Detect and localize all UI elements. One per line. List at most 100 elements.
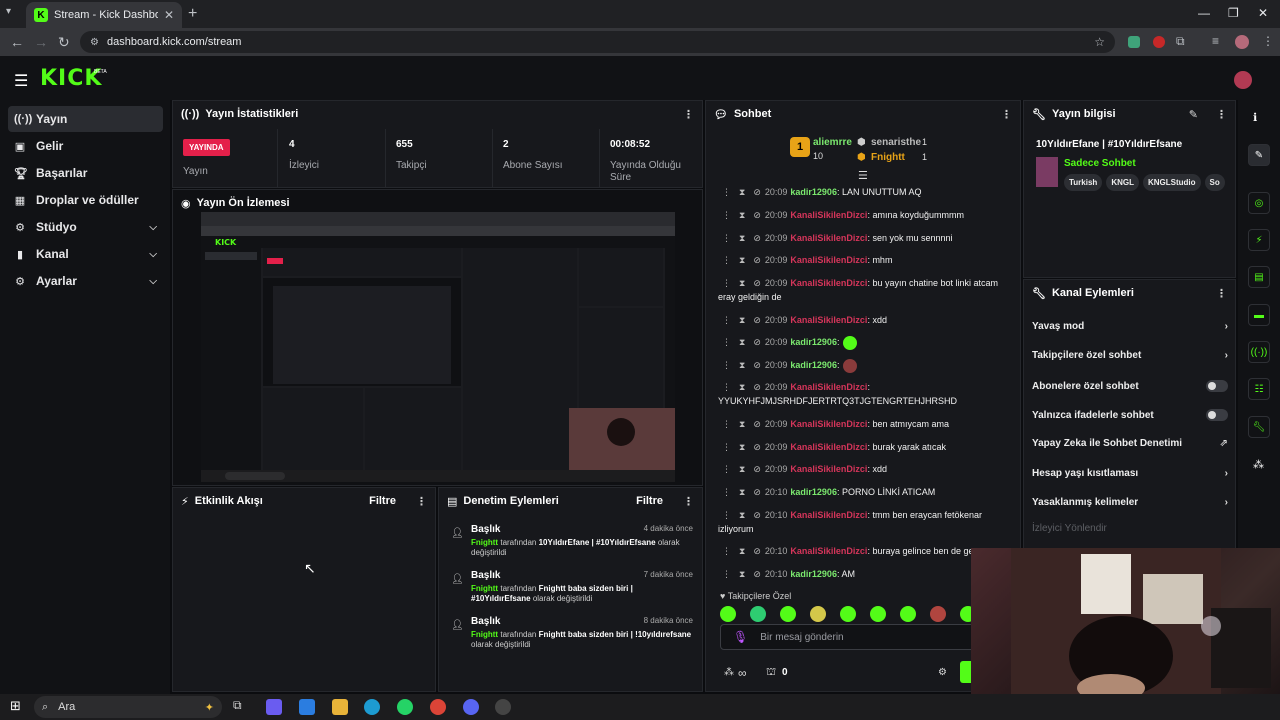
- ban-icon[interactable]: ⊘: [753, 464, 761, 474]
- drag-handle-icon[interactable]: ⋮: [722, 315, 731, 325]
- ban-icon[interactable]: ⊘: [753, 210, 761, 220]
- ban-icon[interactable]: ⊘: [753, 487, 761, 497]
- close-window-icon[interactable]: ✕: [1258, 6, 1268, 20]
- tag[interactable]: Turkish: [1064, 174, 1103, 191]
- timeout-icon[interactable]: ⧗: [739, 255, 745, 265]
- stream-preview-video[interactable]: KICK: [201, 212, 675, 482]
- more-options-icon[interactable]: ⋮: [683, 495, 694, 508]
- drag-handle-icon[interactable]: ⋮: [722, 255, 731, 265]
- timeout-icon[interactable]: ⧗: [739, 464, 745, 474]
- ai-moderation-action[interactable]: Yapay Zeka ile Sohbet Denetimi ⇗: [1032, 438, 1228, 449]
- chat-username[interactable]: kadir12906: [790, 487, 837, 497]
- extension-icon[interactable]: [1128, 36, 1140, 48]
- extension-icon[interactable]: [1153, 36, 1165, 48]
- more-options-icon[interactable]: ⋮: [416, 495, 427, 508]
- sidebar-item-kanal[interactable]: ▮ Kanal ⌵: [8, 241, 163, 267]
- chat-username[interactable]: kadir12906: [790, 360, 837, 370]
- more-options-icon[interactable]: ⋮: [1216, 108, 1227, 121]
- hamburger-menu-icon[interactable]: ☰: [14, 71, 28, 91]
- edit-pencil-icon[interactable]: ✎: [1248, 144, 1270, 166]
- ban-icon[interactable]: ⊘: [753, 187, 761, 197]
- timeout-icon[interactable]: ⧗: [739, 569, 745, 579]
- account-age-action[interactable]: Hesap yaşı kısıtlaması ›: [1032, 468, 1228, 479]
- tab-search-icon[interactable]: ▾: [6, 6, 11, 17]
- ban-icon[interactable]: ⊘: [753, 360, 761, 370]
- minimize-icon[interactable]: —: [1198, 6, 1210, 20]
- ban-icon[interactable]: ⊘: [753, 315, 761, 325]
- address-bar[interactable]: ⚙ dashboard.kick.com/stream ☆: [80, 31, 1115, 53]
- add-widget-icon[interactable]: ⁂: [1253, 458, 1264, 471]
- timeout-icon[interactable]: ⧗: [739, 382, 745, 392]
- chat-username[interactable]: KanaliSikilenDizci: [790, 210, 867, 220]
- chat-username[interactable]: KanaliSikilenDizci: [790, 510, 867, 520]
- ban-icon[interactable]: ⊘: [753, 233, 761, 243]
- ban-icon[interactable]: ⊘: [753, 510, 761, 520]
- avatar[interactable]: [1234, 71, 1252, 89]
- new-tab-button[interactable]: +: [188, 5, 197, 23]
- ban-icon[interactable]: ⊘: [753, 255, 761, 265]
- subscribers-only-action[interactable]: Abonelere özel sohbet: [1032, 380, 1228, 392]
- maximize-icon[interactable]: ❐: [1228, 6, 1239, 20]
- ban-icon[interactable]: ⊘: [753, 442, 761, 452]
- emote-icon[interactable]: [750, 606, 766, 622]
- close-tab-icon[interactable]: ✕: [164, 8, 174, 22]
- followers-only-action[interactable]: Takipçilere özel sohbet ›: [1032, 350, 1228, 361]
- chat-username[interactable]: KanaliSikilenDizci: [790, 546, 867, 556]
- task-view-icon[interactable]: ⧉: [233, 698, 242, 713]
- back-icon[interactable]: ←: [10, 34, 24, 50]
- obs-icon[interactable]: [495, 699, 511, 715]
- sidebar-item-droplar[interactable]: ▦ Droplar ve ödüller: [8, 187, 163, 213]
- ban-icon[interactable]: ⊘: [753, 569, 761, 579]
- drag-handle-icon[interactable]: ⋮: [722, 546, 731, 556]
- emote-icon[interactable]: [720, 606, 736, 622]
- subscribers-only-toggle[interactable]: [1206, 380, 1228, 392]
- more-options-icon[interactable]: ⋮: [1001, 108, 1012, 121]
- chat-username[interactable]: KanaliSikilenDizci: [790, 233, 867, 243]
- windows-start-icon[interactable]: ⊞: [10, 698, 21, 714]
- browser-tab[interactable]: K Stream - Kick Dashboard ✕: [26, 2, 182, 28]
- chat-username[interactable]: kadir12906: [790, 187, 837, 197]
- filter-button[interactable]: Filtre: [636, 495, 663, 507]
- chat-username[interactable]: kadir12906: [790, 337, 837, 347]
- timeout-icon[interactable]: ⧗: [739, 315, 745, 325]
- emote-icon[interactable]: [870, 606, 886, 622]
- file-explorer-icon[interactable]: [332, 699, 348, 715]
- chat-username[interactable]: KanaliSikilenDizci: [790, 442, 867, 452]
- extensions-puzzle-icon[interactable]: ⧉: [1176, 34, 1185, 49]
- media-icon[interactable]: ≡: [1212, 34, 1219, 48]
- timeout-icon[interactable]: ⧗: [739, 442, 745, 452]
- drag-handle-icon[interactable]: ⋮: [722, 464, 731, 474]
- ban-icon[interactable]: ⊘: [753, 278, 761, 288]
- tag[interactable]: So: [1204, 174, 1225, 191]
- edge-icon[interactable]: [364, 699, 380, 715]
- ban-icon[interactable]: ⊘: [753, 546, 761, 556]
- timeout-icon[interactable]: ⧗: [739, 278, 745, 288]
- info-icon[interactable]: ℹ: [1253, 111, 1257, 124]
- reload-icon[interactable]: ↻: [58, 34, 70, 51]
- drag-handle-icon[interactable]: ⋮: [722, 569, 731, 579]
- emote-only-action[interactable]: Yalnızca ifadelerle sohbet: [1032, 409, 1228, 421]
- emote-icon[interactable]: [810, 606, 826, 622]
- emote-icon[interactable]: [840, 606, 856, 622]
- chat-bubble-icon[interactable]: ▬: [1248, 304, 1270, 326]
- drag-handle-icon[interactable]: ⋮: [722, 210, 731, 220]
- sidebar-item-ayarlar[interactable]: ⚙ Ayarlar ⌵: [8, 268, 163, 294]
- timeout-icon[interactable]: ⧗: [739, 487, 745, 497]
- sidebar-item-studyo[interactable]: ⚙ Stüdyo ⌵: [8, 214, 163, 240]
- drag-handle-icon[interactable]: ⋮: [722, 487, 731, 497]
- chat-username[interactable]: KanaliSikilenDizci: [790, 255, 867, 265]
- chat-input[interactable]: 🎙︎ Bir mesaj gönderin: [720, 624, 980, 650]
- sidebar-item-yayin[interactable]: ((·)) Yayın: [8, 106, 163, 132]
- timeout-icon[interactable]: ⧗: [739, 419, 745, 429]
- drag-handle-icon[interactable]: ⋮: [722, 419, 731, 429]
- target-icon[interactable]: ◎: [1248, 192, 1270, 214]
- document-icon[interactable]: ▤: [1248, 266, 1270, 288]
- store-icon[interactable]: [299, 699, 315, 715]
- profile-avatar-icon[interactable]: [1235, 35, 1249, 49]
- timeout-icon[interactable]: ⧗: [739, 360, 745, 370]
- discord-icon[interactable]: [463, 699, 479, 715]
- gift-icon[interactable]: ⛫: [766, 666, 776, 680]
- chat-username[interactable]: KanaliSikilenDizci: [790, 315, 867, 325]
- drag-handle-icon[interactable]: ⋮: [722, 382, 731, 392]
- sidebar-item-basarilar[interactable]: 🏆︎ Başarılar: [8, 160, 163, 186]
